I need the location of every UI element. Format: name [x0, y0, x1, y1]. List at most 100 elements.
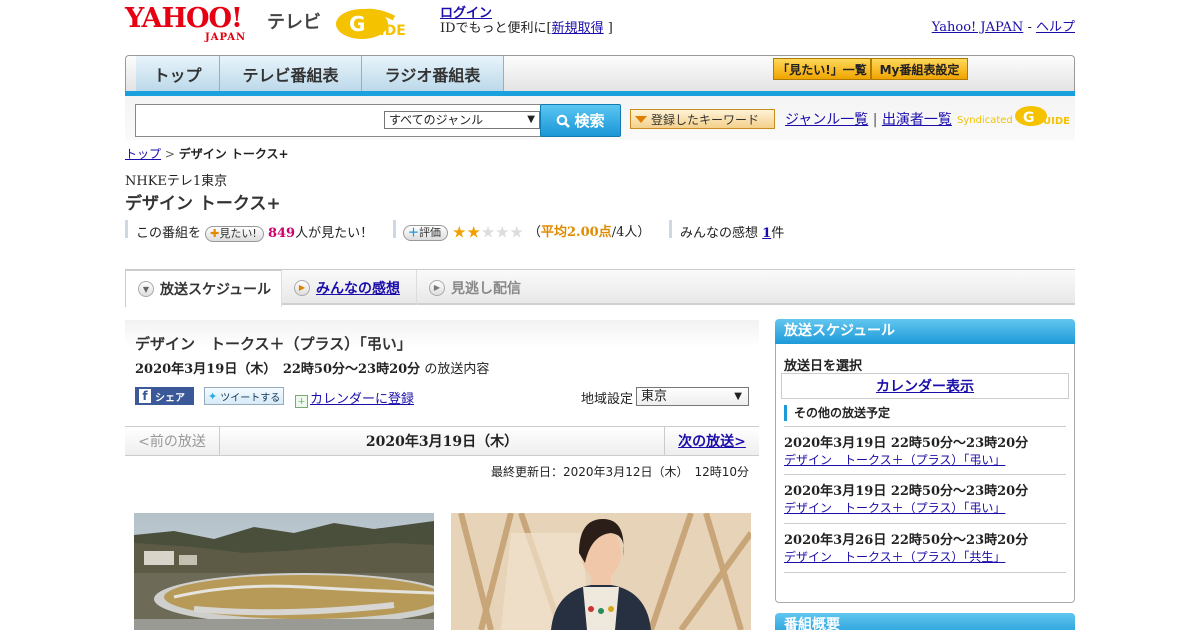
want-button-label: 見たい! — [219, 226, 257, 240]
plus-icon: ＋ — [408, 225, 419, 239]
divider — [669, 220, 672, 238]
rate-button-label: 評価 — [419, 225, 441, 239]
login-box: ログイン IDでもっと便利に[新規取得 ] — [440, 6, 613, 36]
episode-title: デザイン トークス＋（プラス）「弔い」 — [135, 335, 412, 353]
dropdown-arrow-icon: ▼ — [734, 391, 742, 402]
star-empty-icon: ★ — [480, 222, 496, 242]
svg-text:UIDE: UIDE — [368, 23, 406, 39]
sidebar-overview-heading: 番組概要 — [775, 613, 1075, 630]
dropdown-arrow-icon: ▼ — [527, 114, 535, 125]
header-link-sep: - — [1023, 20, 1036, 35]
yahoo-japan-link[interactable]: Yahoo! JAPAN — [932, 20, 1024, 35]
twitter-bird-icon: ✦ — [208, 389, 218, 403]
want-suffix: 人が見たい！ — [295, 226, 374, 241]
svg-text:G: G — [1023, 110, 1035, 126]
want-count: 849 — [267, 226, 296, 241]
current-broadcast-date: 2020年3月19日（木） — [365, 434, 519, 450]
register-link[interactable]: 新規取得 — [552, 21, 604, 36]
login-sub-prefix: IDでもっと便利に[ — [440, 21, 552, 36]
page-title: デザイン トークス+ — [125, 194, 281, 214]
schedule-item-link[interactable]: デザイン トークス＋（プラス）「共生」 — [784, 550, 1005, 564]
genre-select-value: すべてのジャンル — [389, 113, 484, 127]
impressions-suffix: 件 — [771, 226, 785, 241]
nav-tab-tv-schedule[interactable]: テレビ番組表 — [220, 56, 362, 91]
list-item: 2020年3月19日 22時50分～23時20分 デザイン トークス＋（プラス）… — [784, 474, 1066, 516]
genre-select[interactable]: すべてのジャンル ▼ — [384, 111, 540, 129]
rate-button[interactable]: ＋評価 — [403, 224, 448, 241]
next-broadcast-button[interactable]: 次の放送> — [664, 427, 759, 455]
episode-photo-presenter — [451, 513, 751, 630]
yahoo-japan-logo[interactable]: YAHOO! JAPAN — [125, 5, 265, 43]
prev-broadcast-button[interactable]: <前の放送 — [125, 427, 220, 455]
nav-tab-radio-schedule[interactable]: ラジオ番組表 — [362, 56, 504, 91]
episode-photo-architecture — [134, 513, 434, 630]
header-links: Yahoo! JAPAN - ヘルプ — [932, 16, 1075, 35]
tab-schedule[interactable]: ▼ 放送スケジュール — [125, 270, 282, 307]
facebook-share-button[interactable]: f シェア — [135, 387, 194, 405]
star-empty-icon: ★ — [495, 222, 510, 242]
performer-list-link[interactable]: 出演者一覧 — [882, 112, 952, 128]
breadcrumb-sep: > — [161, 147, 179, 161]
broadcast-pager: <前の放送 2020年3月19日（木） 次の放送> — [125, 426, 759, 456]
chevron-right-icon: ▶ — [294, 279, 310, 296]
tv-logo-text[interactable]: テレビ — [267, 8, 321, 34]
schedule-item-date: 2020年3月26日 22時50分～23時20分 — [784, 533, 1029, 548]
schedule-item-link[interactable]: デザイン トークス＋（プラス）「弔い」 — [784, 453, 1005, 467]
sidebar-schedule-heading: 放送スケジュール — [775, 319, 1075, 344]
nav-tab-top[interactable]: トップ — [136, 56, 220, 91]
tab-missed-label: 見逃し配信 — [451, 280, 521, 297]
genre-list-link[interactable]: ジャンル一覧 — [785, 112, 868, 128]
star-filled-icon: ★ — [466, 222, 481, 242]
impressions-count-link[interactable]: 1 — [762, 226, 771, 241]
episode-date: 2020年3月19日（木） 22時50分～23時20分 の放送内容 — [135, 358, 489, 377]
avg-count: /4人） — [611, 225, 651, 240]
calendar-display-button[interactable]: カレンダー表示 — [781, 373, 1069, 399]
impressions-prefix: みんなの感想 — [680, 226, 759, 241]
search-icon — [557, 114, 571, 128]
registered-keyword-label: 登録したキーワード — [651, 112, 760, 127]
breadcrumb: トップ > デザイン トークス+ — [125, 145, 289, 162]
facebook-share-label: シェア — [155, 392, 185, 404]
rating-row: この番組を ✚見たい! 849人が見たい！ ＋評価 ★★★★★ （平均2.00点… — [125, 220, 825, 242]
want-button[interactable]: ✚見たい! — [205, 225, 264, 242]
tab-impressions[interactable]: ▶ みんなの感想 — [282, 270, 417, 305]
registered-keyword-button[interactable]: 登録したキーワード — [630, 109, 775, 129]
tweet-button[interactable]: ✦ ツイートする — [204, 387, 284, 405]
tab-schedule-label: 放送スケジュール — [160, 282, 272, 298]
japan-logo-text: JAPAN — [205, 32, 247, 43]
login-link[interactable]: ログイン — [440, 6, 492, 21]
syndicated-text: Syndicated — [957, 115, 1013, 126]
episode-date-time: 2020年3月19日（木） 22時50分～23時20分 — [135, 362, 421, 377]
tab-missed[interactable]: ▶ 見逃し配信 — [417, 270, 547, 305]
schedule-item-link[interactable]: デザイン トークス＋（プラス）「弔い」 — [784, 501, 1005, 515]
region-select[interactable]: 東京 ▼ — [636, 387, 749, 406]
star-filled-icon: ★ — [452, 222, 467, 242]
help-link[interactable]: ヘルプ — [1036, 20, 1075, 35]
my-schedule-button[interactable]: My番組表設定 — [871, 58, 968, 80]
star-empty-icon: ★ — [509, 222, 524, 242]
tweet-label: ツイートする — [220, 392, 281, 404]
search-button[interactable]: 検索 — [540, 104, 621, 137]
region-label: 地域設定 — [581, 392, 634, 407]
want-prefix: この番組を — [136, 226, 202, 241]
channel-name: NHKEテレ1東京 — [125, 174, 228, 189]
list-item: 2020年3月26日 22時50分～23時20分 デザイン トークス＋（プラス）… — [784, 523, 1066, 573]
calendar-display-link[interactable]: カレンダー表示 — [876, 376, 974, 396]
want-list-button[interactable]: 「見たい!」一覧 — [773, 58, 871, 80]
svg-text:G: G — [349, 12, 365, 36]
avg-score: 平均2.00点 — [541, 225, 612, 240]
calendar-add-icon: ＋ — [295, 395, 308, 408]
chevron-down-icon: ▼ — [138, 281, 154, 297]
content-tabs: ▼ 放送スケジュール ▶ みんなの感想 ▶ 見逃し配信 — [125, 269, 1075, 307]
add-to-calendar: ＋カレンダーに登録 — [295, 388, 414, 408]
plus-icon: ✚ — [210, 226, 220, 240]
schedule-item-date: 2020年3月19日 22時50分～23時20分 — [784, 436, 1029, 451]
next-broadcast-link[interactable]: 次の放送> — [678, 431, 746, 451]
facebook-icon: f — [139, 389, 151, 403]
tab-impressions-label[interactable]: みんなの感想 — [316, 278, 400, 298]
breadcrumb-top-link[interactable]: トップ — [125, 147, 161, 161]
episode-date-suffix: の放送内容 — [424, 362, 490, 377]
link-divider: | — [872, 112, 878, 128]
region-select-value: 東京 — [641, 389, 668, 404]
add-to-calendar-link[interactable]: カレンダーに登録 — [310, 392, 414, 407]
